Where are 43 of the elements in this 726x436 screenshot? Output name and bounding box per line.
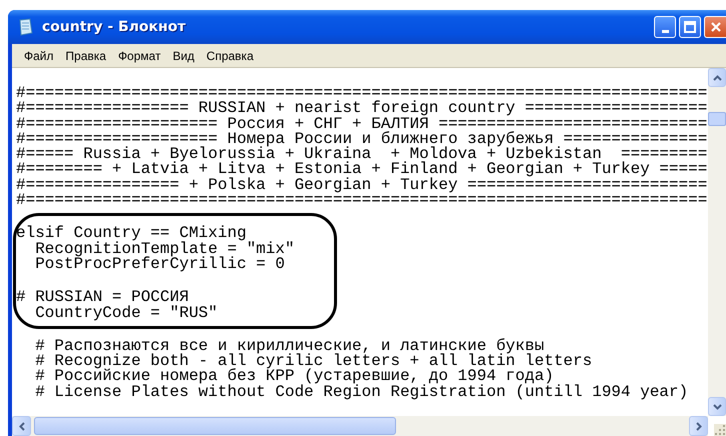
horizontal-scrollbar[interactable] bbox=[12, 416, 708, 436]
text-line: # Российские номера без КРР (устаревшие, до 1994 года) bbox=[34, 369, 554, 385]
text-line: # Recognize both - all cyrilic letters + all latin letters bbox=[34, 354, 594, 370]
text-line: #======== + Latvia + Litva + Estonia + Finland + Georgian + Turkey ===== bbox=[16, 162, 708, 178]
text-line: #======================================================================= bbox=[16, 86, 708, 102]
scroll-thumb[interactable] bbox=[708, 112, 726, 126]
text-line: # License Plates without Code Region Registration (untill 1994 year) bbox=[34, 384, 690, 400]
text-line: #================ + Polska + Georgian + Turkey ========================= bbox=[16, 178, 708, 194]
text-line: elsif Country == CMixing bbox=[16, 226, 248, 242]
text-line: #===== Russia + Byelorussia + Ukraina + Moldova + Uzbekistan ========= bbox=[16, 147, 708, 162]
caret-right-icon bbox=[696, 422, 702, 430]
text-line: PostProcPreferCyrillic = 0 bbox=[34, 256, 286, 272]
menu-item[interactable]: Справка bbox=[200, 48, 260, 62]
notepad-icon bbox=[18, 18, 34, 36]
text-line: RecognitionTemplate = "mix" bbox=[34, 242, 296, 257]
minimize-icon bbox=[662, 30, 668, 32]
scroll-up-button[interactable] bbox=[708, 68, 726, 87]
caret-left-icon bbox=[18, 422, 24, 430]
window-title: country - Блокнот bbox=[42, 19, 187, 35]
maximize-button[interactable] bbox=[679, 16, 701, 38]
scroll-down-button[interactable] bbox=[708, 397, 726, 416]
text-line: # RUSSIAN = РОССИЯ bbox=[16, 290, 189, 306]
text-line: CountryCode = "RUS" bbox=[34, 306, 219, 321]
caret-down-icon bbox=[712, 404, 722, 410]
text-line: #==================== Номера России и ближнего зарубежья =============== bbox=[16, 132, 708, 148]
scroll-right-button[interactable] bbox=[689, 416, 708, 436]
caret-up-icon bbox=[712, 74, 722, 80]
scroll-thumb[interactable] bbox=[34, 417, 396, 435]
menu-item[interactable]: Правка bbox=[60, 48, 112, 62]
text-line: #==================== Россия + СНГ + БАЛТИЯ ============================ bbox=[16, 116, 708, 132]
menu-item[interactable]: Файл bbox=[18, 48, 60, 62]
scroll-left-button[interactable] bbox=[12, 416, 31, 436]
maximize-icon bbox=[684, 21, 696, 33]
close-icon bbox=[710, 21, 722, 33]
minimize-button[interactable] bbox=[654, 16, 676, 38]
text-line: #======================================================================= bbox=[16, 193, 708, 208]
text-line: #================= RUSSIAN + nearist foreign country =================== bbox=[16, 101, 708, 117]
menu-item[interactable]: Вид bbox=[166, 48, 200, 62]
vertical-scrollbar[interactable] bbox=[708, 68, 726, 416]
resize-grip-icon[interactable] bbox=[714, 424, 726, 436]
text-line: # Распознаются все и кириллические, и латинские буквы bbox=[34, 338, 544, 354]
menu-item[interactable]: Формат bbox=[112, 48, 167, 62]
close-button[interactable] bbox=[704, 16, 726, 38]
